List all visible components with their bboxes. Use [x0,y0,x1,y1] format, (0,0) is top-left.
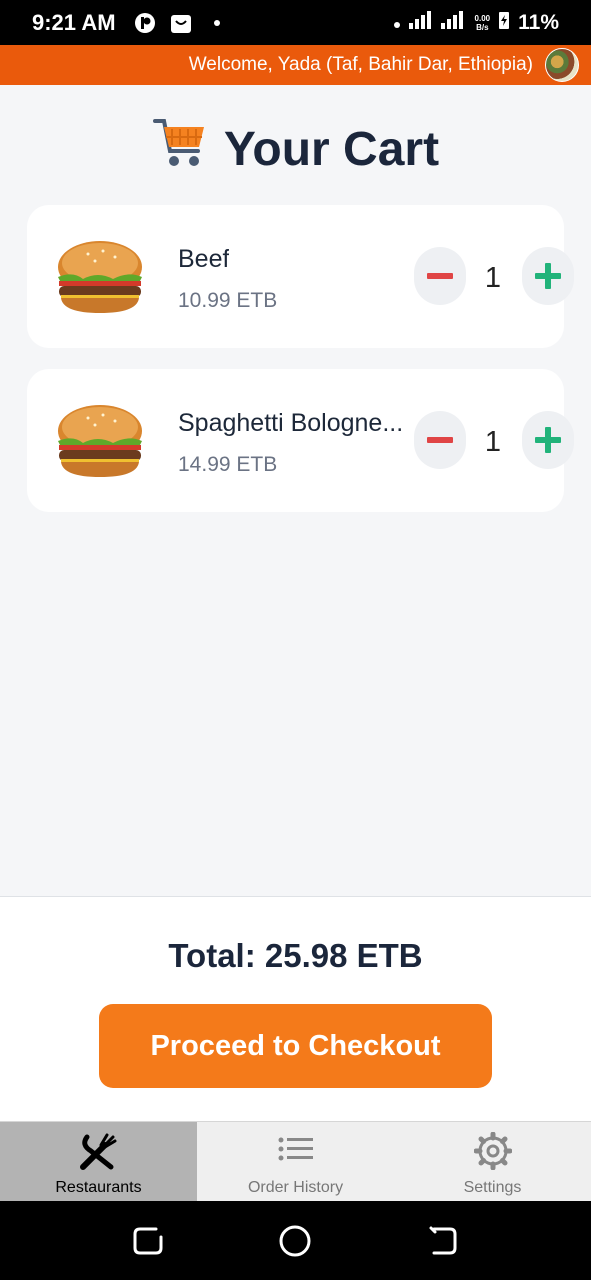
increase-quantity-button[interactable] [522,411,574,469]
item-price: 14.99 ETB [178,453,278,476]
tab-restaurants[interactable]: Restaurants [0,1122,197,1201]
app-notification-icon [134,12,156,34]
network-speed-unit: B/s [476,22,489,32]
quantity-value: 1 [484,262,502,294]
decrease-quantity-button[interactable] [414,411,466,469]
network-speed-value: 0.00 [474,13,491,23]
tab-label: Restaurants [55,1179,142,1196]
status-time: 9:21 AM [32,9,116,35]
minus-icon [427,273,453,279]
quantity-value: 1 [484,426,502,458]
tab-label: Settings [463,1179,522,1196]
fork-knife-icon [79,1131,119,1171]
burger-image [53,239,147,315]
tab-settings[interactable]: Settings [394,1122,591,1201]
cart-summary: Total: 25.98 ETB Proceed to Checkout [0,896,591,1121]
checkout-button[interactable]: Proceed to Checkout [99,1004,492,1088]
recent-apps-icon[interactable] [130,1223,166,1259]
bottom-tab-bar: Restaurants Order History Settings [0,1121,591,1201]
home-icon[interactable] [277,1223,313,1259]
plus-icon [535,427,561,453]
cart-total: Total: 25.98 ETB [168,937,423,974]
cart-icon [152,115,210,183]
item-name: Beef [178,245,230,273]
item-price: 10.99 ETB [178,289,278,312]
page-title-text: Your Cart [223,122,440,176]
welcome-bar: Welcome, Yada (Taf, Bahir Dar, Ethiopia) [0,45,591,85]
back-icon[interactable] [424,1223,460,1259]
avatar[interactable] [545,48,579,82]
list-icon [276,1131,316,1171]
signal-icon [408,10,467,36]
increase-quantity-button[interactable] [522,247,574,305]
item-name: Spaghetti Bologne... [178,409,404,437]
cart-item: Spaghetti Bologne... 14.99 ETB 1 [27,369,574,512]
gear-icon [473,1131,513,1171]
network-speed: 0.00 B/s [475,14,491,32]
decrease-quantity-button[interactable] [414,247,466,305]
page-title: Your Cart [0,115,591,183]
system-nav-bar [0,1201,591,1280]
cart-item: Beef 10.99 ETB 1 [27,205,574,348]
tab-order-history[interactable]: Order History [197,1122,394,1201]
dot-icon [206,12,228,34]
plus-icon [535,263,561,289]
shopping-bag-icon [170,12,192,34]
welcome-text: Welcome, Yada (Taf, Bahir Dar, Ethiopia) [188,54,533,75]
status-bar: 9:21 AM 0.00 B/s 11% [0,0,591,45]
battery-percent: 11% [518,10,559,34]
tab-label: Order History [247,1179,344,1196]
minus-icon [427,437,453,443]
dot-icon [393,11,401,35]
burger-image [53,403,147,479]
battery-charging-icon [498,10,510,36]
